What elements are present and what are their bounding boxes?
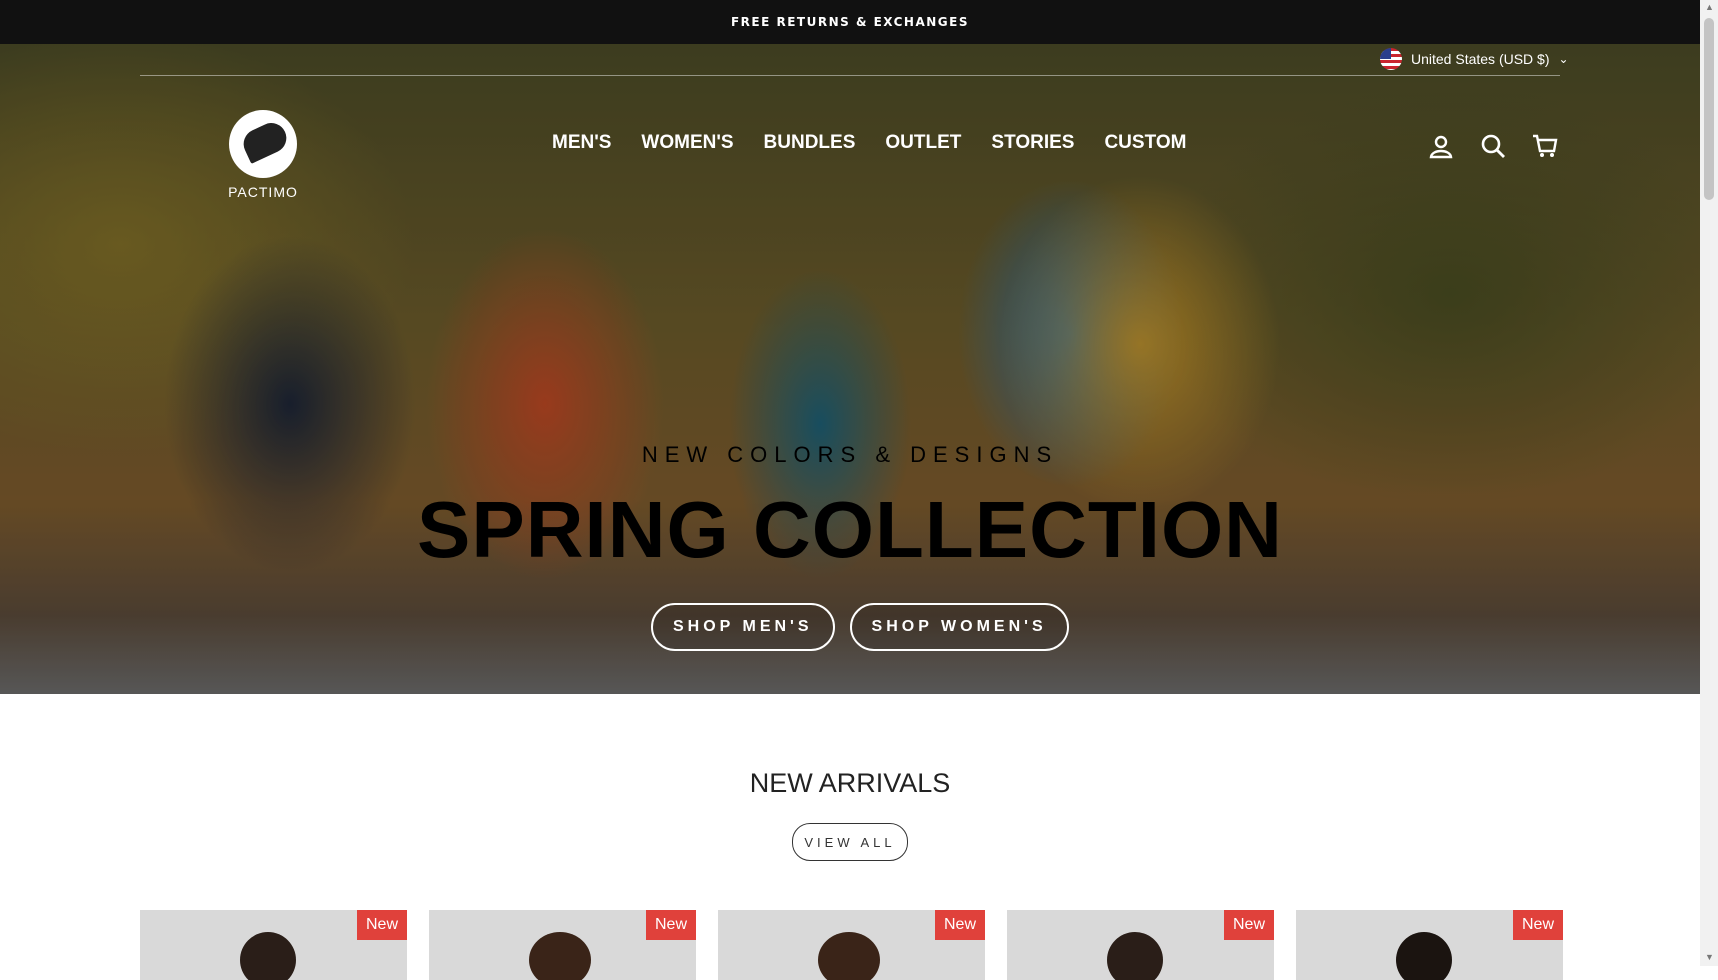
shop-womens-button[interactable]: SHOP WOMEN'S	[849, 603, 1069, 651]
product-image	[529, 932, 591, 980]
announcement-bar: FREE RETURNS & EXCHANGES	[0, 0, 1700, 44]
nav-womens[interactable]: WOMEN'S	[641, 132, 733, 154]
product-grid: New New New New New	[140, 910, 1563, 980]
product-card[interactable]: New	[1296, 910, 1563, 980]
scroll-down-icon[interactable]: ▼	[1705, 952, 1714, 962]
product-card[interactable]: New	[140, 910, 407, 980]
country-label: United States (USD $)	[1411, 51, 1550, 67]
product-image	[240, 932, 296, 980]
product-card[interactable]: New	[1007, 910, 1274, 980]
new-badge: New	[934, 910, 985, 940]
page-scrollbar[interactable]: ▲ ▼	[1700, 0, 1718, 966]
product-card[interactable]: New	[429, 910, 696, 980]
product-image	[1107, 932, 1163, 980]
us-flag-icon	[1380, 48, 1402, 70]
chevron-down-icon: ⌄	[1558, 52, 1569, 66]
cart-icon[interactable]	[1532, 133, 1558, 159]
pactimo-logo-icon	[229, 110, 297, 178]
shop-mens-button[interactable]: SHOP MEN'S	[651, 603, 835, 651]
new-arrivals-title: NEW ARRIVALS	[749, 768, 951, 798]
search-icon[interactable]	[1480, 133, 1506, 159]
new-badge: New	[645, 910, 696, 940]
product-image	[818, 932, 880, 980]
new-badge: New	[1512, 910, 1563, 940]
country-selector[interactable]: United States (USD $) ⌄	[1380, 48, 1569, 70]
main-nav: MEN'S WOMEN'S BUNDLES OUTLET STORIES CUS…	[552, 132, 1186, 154]
new-badge: New	[1223, 910, 1274, 940]
brand-logo[interactable]: PACTIMO	[218, 110, 308, 206]
header-icons	[1428, 133, 1558, 159]
nav-stories[interactable]: STORIES	[991, 132, 1074, 154]
hero-cta-group: SHOP MEN'S SHOP WOMEN'S	[651, 603, 1069, 651]
brand-name: PACTIMO	[228, 184, 298, 200]
announcement-text: FREE RETURNS & EXCHANGES	[730, 15, 969, 29]
product-card[interactable]: New	[718, 910, 985, 980]
view-all-button[interactable]: VIEW ALL	[792, 823, 908, 861]
account-icon[interactable]	[1428, 133, 1454, 159]
header-divider	[140, 75, 1560, 76]
hero-headline: SPRING COLLECTION	[417, 485, 1283, 574]
nav-mens[interactable]: MEN'S	[552, 132, 611, 154]
scroll-up-icon[interactable]: ▲	[1705, 2, 1714, 12]
nav-custom[interactable]: CUSTOM	[1104, 132, 1186, 154]
new-badge: New	[356, 910, 407, 940]
hero-kicker: NEW COLORS & DESIGNS	[641, 442, 1059, 467]
product-image	[1396, 932, 1452, 980]
nav-bundles[interactable]: BUNDLES	[764, 132, 856, 154]
nav-outlet[interactable]: OUTLET	[885, 132, 961, 154]
hero-banner: United States (USD $) ⌄ PACTIMO MEN'S WO…	[0, 44, 1700, 694]
scrollbar-thumb[interactable]	[1704, 18, 1714, 200]
